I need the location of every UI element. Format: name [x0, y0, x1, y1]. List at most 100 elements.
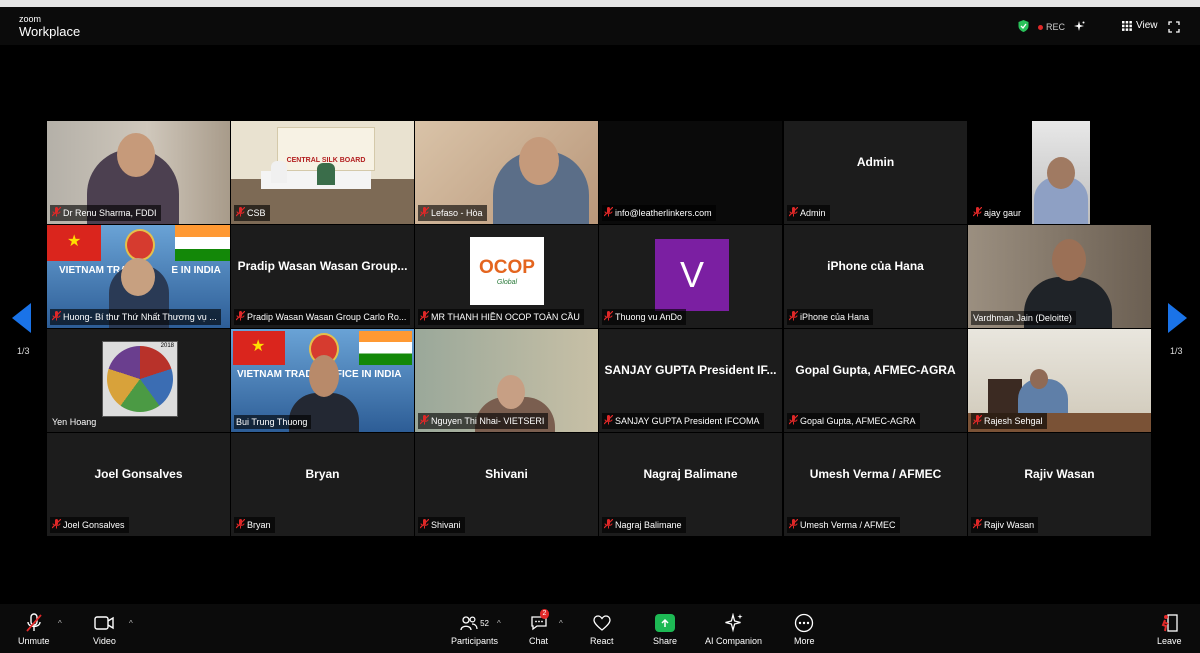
- muted-mic-icon: [235, 518, 246, 531]
- participant-name: Shivani: [431, 520, 461, 530]
- participant-tile-joel-gonsalves[interactable]: Joel Gonsalves Joel Gonsalves: [47, 433, 230, 536]
- emblem-icon: [125, 229, 155, 261]
- participants-count: 52: [480, 618, 489, 628]
- participant-tile-iphone-hana[interactable]: iPhone của Hana iPhone của Hana: [784, 225, 967, 328]
- brand-small: zoom: [19, 14, 42, 24]
- participant-tile-lefaso[interactable]: Lefaso - Hòa: [415, 121, 598, 224]
- muted-mic-icon: [603, 206, 614, 219]
- muted-mic-icon: [419, 206, 430, 219]
- participant-tile-leatherlinkers[interactable]: info@leatherlinkers.com: [599, 121, 782, 224]
- participant-name-label: Gopal Gupta, AFMEC-AGRA: [787, 413, 920, 429]
- participant-name: Joel Gonsalves: [63, 520, 125, 530]
- muted-mic-icon: [788, 518, 799, 531]
- person-face: [497, 375, 525, 409]
- person-face: [309, 355, 339, 397]
- participant-tile-nagraj-balimane[interactable]: Nagraj Balimane Nagraj Balimane: [599, 433, 782, 536]
- next-page-arrow-icon[interactable]: [1167, 303, 1187, 338]
- muted-mic-icon: [972, 518, 983, 531]
- participant-tile-pradip-wasan[interactable]: Pradip Wasan Wasan Group... Pradip Wasan…: [231, 225, 414, 328]
- page-indicator-left: 1/3: [17, 346, 30, 356]
- vietnam-flag: ★: [233, 331, 285, 365]
- chat-button[interactable]: 2 Chat: [529, 609, 550, 646]
- share-button[interactable]: Share: [653, 612, 677, 646]
- leave-label: Leave: [1157, 636, 1182, 646]
- participant-tile-umesh-verma[interactable]: Umesh Verma / AFMEC Umesh Verma / AFMEC: [784, 433, 967, 536]
- react-button[interactable]: React: [590, 612, 614, 646]
- ai-sparkle-icon[interactable]: [1074, 20, 1085, 34]
- muted-mic-icon: [419, 310, 430, 323]
- muted-mic-icon: [603, 518, 614, 531]
- participant-name-label: Admin: [787, 205, 830, 221]
- share-label: Share: [653, 636, 678, 646]
- participant-name: Dr Renu Sharma, FDDI: [63, 208, 157, 218]
- heart-icon: [593, 612, 611, 634]
- grid-icon: [1122, 20, 1132, 31]
- participant-name: Thuong vu AnDo: [615, 312, 683, 322]
- participant-tile-admin[interactable]: Admin Admin: [784, 121, 967, 224]
- participant-tile-vardhman-jain[interactable]: Vardhman Jain (Deloitte): [968, 225, 1151, 328]
- ai-companion-button[interactable]: AI Companion: [705, 612, 762, 646]
- ocop-logo: OCOP Global: [470, 237, 544, 305]
- page-indicator-right: 1/3: [1170, 346, 1183, 356]
- participant-name: CSB: [247, 208, 266, 218]
- participant-tile-csb[interactable]: CENTRAL SILK BOARD CSB: [231, 121, 414, 224]
- participant-name: iPhone của Hana: [800, 312, 870, 322]
- chair-shape: [988, 379, 1022, 413]
- avatar: V: [655, 239, 729, 311]
- participant-name-label: Joel Gonsalves: [50, 517, 129, 533]
- person-face: [519, 137, 559, 185]
- participants-button[interactable]: 52 Participants: [451, 612, 498, 646]
- muted-mic-icon: [235, 206, 246, 219]
- india-flag: [175, 225, 230, 261]
- participants-options-chevron-icon[interactable]: ^: [497, 619, 501, 628]
- participant-name-label: Dr Renu Sharma, FDDI: [50, 205, 161, 221]
- participant-tile-bryan[interactable]: Bryan Bryan: [231, 433, 414, 536]
- previous-page-arrow-icon[interactable]: [12, 303, 32, 338]
- participant-tile-thuong-vu-ando[interactable]: V Thuong vu AnDo: [599, 225, 782, 328]
- fullscreen-icon[interactable]: [1168, 20, 1180, 38]
- top-bar: zoom Workplace REC View: [0, 7, 1200, 45]
- participant-tile-sanjay-gupta[interactable]: SANJAY GUPTA President IF... SANJAY GUPT…: [599, 329, 782, 432]
- participant-tile-thanh-hien[interactable]: OCOP Global MR THANH HIỀN OCOP TOÀN CẦU: [415, 225, 598, 328]
- shield-check-icon[interactable]: [1018, 20, 1029, 34]
- participant-name: Yen Hoang: [52, 417, 97, 427]
- audio-options-chevron-icon[interactable]: ^: [58, 619, 62, 628]
- vietnam-flag: ★: [47, 225, 101, 261]
- participant-tile-gopal-gupta[interactable]: Gopal Gupta, AFMEC-AGRA Gopal Gupta, AFM…: [784, 329, 967, 432]
- more-icon: [794, 612, 814, 634]
- participant-tile-rajiv-wasan[interactable]: Rajiv Wasan Rajiv Wasan: [968, 433, 1151, 536]
- person-shape: [317, 163, 335, 185]
- participant-name-label: Bryan: [234, 517, 275, 533]
- view-button[interactable]: View: [1122, 20, 1158, 31]
- participant-name-label: Yen Hoang: [50, 415, 100, 429]
- more-button[interactable]: More: [794, 612, 815, 646]
- ai-companion-label: AI Companion: [705, 636, 763, 646]
- participant-name-label: Shivani: [418, 517, 465, 533]
- participant-display-name: Pradip Wasan Wasan Group...: [237, 258, 408, 273]
- participant-tile-nguyen-thi-nhai[interactable]: Nguyen Thi Nhai- VIETSERI: [415, 329, 598, 432]
- ocop-logo-sub: Global: [496, 278, 518, 286]
- muted-mic-icon: [972, 206, 983, 219]
- rec-indicator[interactable]: REC: [1038, 22, 1065, 32]
- muted-mic-icon: [603, 310, 614, 323]
- leave-button[interactable]: Leave: [1157, 612, 1182, 646]
- unmute-button[interactable]: Unmute: [18, 612, 50, 646]
- window-top-strip: [0, 0, 1200, 7]
- participants-icon: 52: [460, 612, 489, 634]
- participant-name-label: MR THANH HIỀN OCOP TOÀN CẦU: [418, 309, 584, 325]
- unmute-label: Unmute: [18, 636, 50, 646]
- participant-tile-huong[interactable]: ★ VIETNAM TRA E IN INDIA Huong- Bí thư Th…: [47, 225, 230, 328]
- participant-tile-renu-sharma[interactable]: Dr Renu Sharma, FDDI: [47, 121, 230, 224]
- meeting-toolbar: Unmute ^ Video ^ 52 Participants ^ 2 Cha…: [0, 604, 1200, 653]
- participant-tile-yen-hoang[interactable]: 2018 Yen Hoang: [47, 329, 230, 432]
- participant-tile-ajay-gaur[interactable]: ajay gaur: [968, 121, 1151, 224]
- participant-tile-bui-trung-thuong[interactable]: ★ VIETNAM TRADE OFFICE IN INDIA Bui Trun…: [231, 329, 414, 432]
- video-options-chevron-icon[interactable]: ^: [129, 619, 133, 628]
- participant-name: Rajesh Sehgal: [984, 416, 1043, 426]
- chat-options-chevron-icon[interactable]: ^: [559, 619, 563, 628]
- person-face: [1047, 157, 1075, 189]
- participant-tile-shivani[interactable]: Shivani Shivani: [415, 433, 598, 536]
- participant-tile-rajesh-sehgal[interactable]: Rajesh Sehgal: [968, 329, 1151, 432]
- video-button[interactable]: Video: [93, 612, 116, 646]
- participant-display-name: Rajiv Wasan: [1024, 466, 1095, 481]
